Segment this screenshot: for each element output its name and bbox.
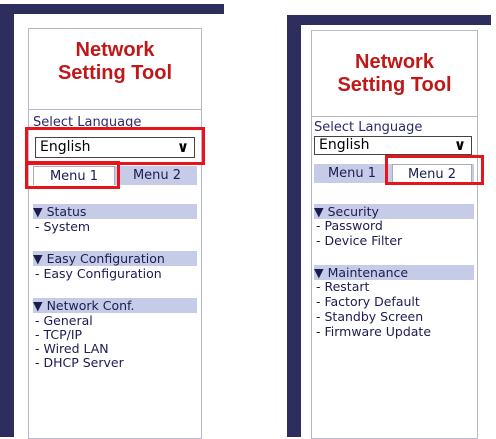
divider bbox=[312, 116, 477, 117]
tab-menu-1[interactable]: Menu 1 bbox=[314, 164, 390, 183]
frame-left-bar bbox=[287, 15, 301, 437]
menu-item-dhcp-server[interactable]: - DHCP Server bbox=[35, 356, 124, 370]
menu-item-password[interactable]: - Password bbox=[316, 219, 383, 233]
select-language-label: Select Language bbox=[314, 120, 423, 135]
menu-item-firmware-update[interactable]: - Firmware Update bbox=[316, 325, 431, 339]
menu-item-wired-lan[interactable]: - Wired LAN bbox=[35, 342, 109, 356]
menu-item-device-filter[interactable]: - Device Filter bbox=[316, 234, 402, 248]
menu-item-system[interactable]: - System bbox=[35, 220, 90, 234]
language-select[interactable]: English ∨ bbox=[314, 136, 472, 155]
chevron-down-icon: ∨ bbox=[453, 136, 466, 154]
menu-item-factory-default[interactable]: - Factory Default bbox=[316, 295, 420, 309]
highlight-menu-1-tab bbox=[25, 161, 120, 189]
language-value: English bbox=[319, 137, 370, 153]
menu-frame: Network Setting Tool Select Language Eng… bbox=[311, 30, 478, 439]
section-header-maintenance[interactable]: ▼ Maintenance bbox=[314, 265, 474, 280]
menu-item-tcp-ip[interactable]: - TCP/IP bbox=[35, 328, 82, 342]
section-header-network-conf[interactable]: ▼ Network Conf. bbox=[33, 298, 197, 313]
section-header-status[interactable]: ▼ Status bbox=[33, 204, 197, 219]
app-title-line1: Network bbox=[355, 51, 434, 73]
menu-frame: Network Setting Tool Select Language Eng… bbox=[28, 28, 202, 439]
section-header-security[interactable]: ▼ Security bbox=[314, 204, 474, 219]
section-header-easy-configuration[interactable]: ▼ Easy Configuration bbox=[33, 251, 197, 266]
highlight-menu-2-tab bbox=[385, 155, 484, 185]
app-title-line1: Network bbox=[75, 39, 155, 61]
frame-top-bar bbox=[287, 15, 491, 25]
highlight-language-select bbox=[25, 127, 205, 165]
app-title-line2: Setting Tool bbox=[337, 74, 452, 96]
menu-item-easy-configuration[interactable]: - Easy Configuration bbox=[35, 267, 162, 281]
tab-menu-2[interactable]: Menu 2 bbox=[117, 166, 197, 185]
divider bbox=[29, 109, 201, 110]
frame-top-bar bbox=[0, 4, 224, 14]
frame-left-bar bbox=[0, 4, 14, 437]
menu-item-standby-screen[interactable]: - Standby Screen bbox=[316, 310, 423, 324]
app-title-line2: Setting Tool bbox=[57, 62, 173, 84]
menu-item-restart[interactable]: - Restart bbox=[316, 280, 369, 294]
menu-item-general[interactable]: - General bbox=[35, 314, 93, 328]
